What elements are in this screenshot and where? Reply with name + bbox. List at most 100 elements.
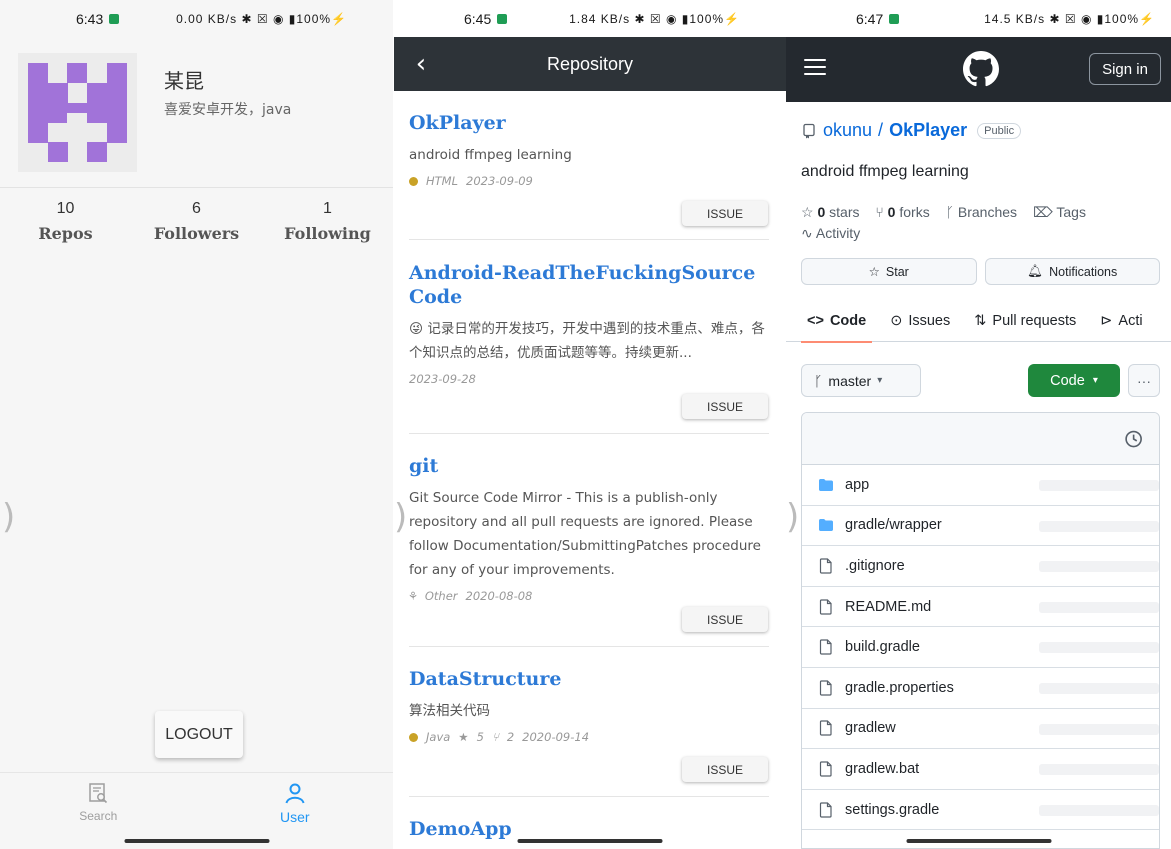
nav-item-search[interactable]: Search — [0, 773, 197, 849]
file-name[interactable]: .gitignore — [845, 558, 905, 574]
commit-placeholder — [1039, 764, 1159, 776]
file-row[interactable]: .gitignore — [802, 546, 1159, 587]
github-logo-icon[interactable] — [963, 51, 999, 87]
repo-owner-link[interactable]: okunu — [823, 120, 872, 141]
back-arrow-icon[interactable]: ‹ — [394, 49, 448, 79]
commit-placeholder — [1039, 723, 1159, 735]
branches-link[interactable]: ᚴ Branches — [946, 204, 1017, 220]
file-row[interactable]: gradle/wrapper — [802, 506, 1159, 547]
nav-item-user[interactable]: User — [197, 773, 394, 849]
file-row[interactable]: app — [802, 465, 1159, 506]
file-name[interactable]: settings.gradle — [845, 802, 939, 818]
issue-icon: ⊙ — [890, 313, 903, 329]
history-icon[interactable] — [1123, 429, 1143, 449]
edge-swipe-indicator: ) — [2, 497, 16, 537]
file-row[interactable]: README.md — [802, 587, 1159, 628]
file-name[interactable]: app — [845, 477, 869, 493]
branch-name: master — [828, 372, 872, 389]
tab-actions[interactable]: ⊳ Acti — [1100, 300, 1142, 342]
repo-forks: 2 — [506, 730, 515, 744]
branch-icon: ᚴ — [945, 204, 954, 220]
gesture-handle[interactable] — [906, 839, 1051, 843]
profile-bio: 喜爱安卓开发，java — [164, 102, 292, 118]
issue-button[interactable]: ISSUE — [682, 201, 768, 226]
tags-link[interactable]: ⌦ Tags — [1033, 204, 1086, 220]
stars-link[interactable]: ☆ 0 stars — [801, 204, 859, 220]
repo-name[interactable]: Android-ReadTheFuckingSourceCode — [409, 261, 769, 309]
file-name[interactable]: gradlew.bat — [845, 761, 919, 777]
file-row[interactable]: gradle.properties — [802, 668, 1159, 709]
status-bar: 6:47 14.5 KB/s ✱ ☒ ◉ ▮100%⚡ — [786, 0, 1171, 37]
repo-card[interactable]: OkPlayer android ffmpeg learning HTML 20… — [409, 111, 769, 240]
caret-down-icon: ▾ — [1092, 375, 1098, 386]
star-icon: ★ — [458, 730, 469, 744]
issue-button[interactable]: ISSUE — [682, 757, 768, 782]
repo-card[interactable]: DataStructure 算法相关代码 Java ★ 5 ⑂ 2 2020-0… — [409, 667, 769, 797]
forks-link[interactable]: ⑂ 0 forks — [875, 204, 929, 220]
file-name[interactable]: build.gradle — [845, 639, 920, 655]
file-icon — [819, 720, 832, 736]
tag-icon: ⌦ — [1032, 204, 1053, 220]
profile-header: 某昆 喜爱安卓开发，java — [0, 37, 393, 187]
notification-icon — [889, 13, 900, 24]
code-button[interactable]: Code ▾ — [1028, 364, 1120, 397]
file-icon — [819, 801, 832, 818]
repo-tabs: <> Code ⊙ Issues ⇅ Pull requests ⊳ Acti — [786, 300, 1171, 343]
stat-repos[interactable]: 10 Repos — [0, 200, 131, 243]
repo-meta: ⚘ Other 2020-08-08 — [409, 589, 769, 603]
gesture-handle[interactable] — [124, 839, 269, 843]
avatar[interactable] — [18, 53, 137, 172]
divider — [0, 187, 393, 188]
more-options-button[interactable]: ··· — [1128, 364, 1160, 397]
language-dot-icon — [409, 732, 418, 742]
repo-description: 😜 记录日常的开发技巧，开发中遇到的技术重点、难点，各个知识点的总结，优质面试题… — [409, 321, 765, 361]
bell-icon: 🔔︎ — [1027, 264, 1044, 278]
pulse-icon: ∿ — [801, 225, 813, 241]
stat-number: 6 — [192, 200, 201, 217]
file-icon — [819, 761, 832, 777]
repo-card[interactable]: DemoApp — [409, 817, 769, 849]
file-row[interactable]: gradlew — [802, 709, 1159, 750]
tab-pull-requests[interactable]: ⇅ Pull requests — [974, 300, 1076, 342]
file-row[interactable]: settings.gradle — [802, 790, 1159, 831]
repo-card[interactable]: Android-ReadTheFuckingSourceCode 😜 记录日常的… — [409, 261, 769, 434]
nav-label: User — [279, 809, 310, 825]
status-time: 6:47 — [856, 11, 900, 27]
branch-icon: ᚴ — [814, 372, 823, 389]
issue-button[interactable]: ISSUE — [682, 607, 768, 632]
repo-name-link[interactable]: OkPlayer — [889, 120, 967, 141]
file-name[interactable]: gradle.properties — [845, 680, 954, 696]
issue-button[interactable]: ISSUE — [682, 394, 768, 419]
file-row[interactable]: gradlew.bat — [802, 749, 1159, 790]
file-list: app gradle/wrapper .gitignore README.md buil… — [801, 412, 1160, 849]
logout-button[interactable]: LOGOUT — [155, 711, 243, 758]
file-name[interactable]: gradle/wrapper — [845, 517, 942, 533]
tab-issues[interactable]: ⊙ Issues — [890, 300, 950, 342]
repo-name[interactable]: git — [409, 454, 769, 478]
gesture-handle[interactable] — [517, 839, 663, 843]
repo-card[interactable]: git Git Source Code Mirror - This is a p… — [409, 454, 769, 647]
stat-followers[interactable]: 6 Followers — [131, 200, 262, 243]
status-bar: 6:43 0.00 KB/s ✱ ☒ ◉ ▮100%⚡ — [0, 0, 393, 37]
tab-code[interactable]: <> Code — [800, 300, 873, 343]
repo-stats: ☆ 0 stars ⑂ 0 forks ᚴ Branches ⌦ Tags ∿ … — [801, 202, 1161, 244]
commit-placeholder — [1039, 480, 1159, 491]
star-button[interactable]: ☆ Star — [801, 258, 977, 285]
repo-name[interactable]: OkPlayer — [409, 111, 769, 135]
hamburger-menu-icon[interactable] — [804, 59, 826, 79]
sign-in-button[interactable]: Sign in — [1089, 53, 1161, 85]
notifications-button[interactable]: 🔔︎ Notifications — [984, 258, 1160, 285]
repo-list[interactable]: OkPlayer android ffmpeg learning HTML 20… — [394, 91, 786, 849]
profile-stats: 10 Repos 6 Followers 1 Following — [0, 200, 393, 243]
notification-icon — [497, 13, 508, 24]
repo-date: 2020-08-08 — [465, 589, 533, 603]
activity-link[interactable]: ∿ Activity — [801, 225, 860, 241]
file-name[interactable]: README.md — [845, 599, 931, 615]
stat-following[interactable]: 1 Following — [262, 200, 393, 243]
repo-name[interactable]: DataStructure — [409, 667, 769, 691]
branch-selector[interactable]: ᚴ master ▾ — [801, 364, 921, 397]
code-icon: <> — [807, 313, 824, 329]
file-name[interactable]: gradlew — [845, 720, 896, 736]
repo-name[interactable]: DemoApp — [409, 817, 769, 841]
file-row[interactable]: build.gradle — [802, 627, 1159, 668]
